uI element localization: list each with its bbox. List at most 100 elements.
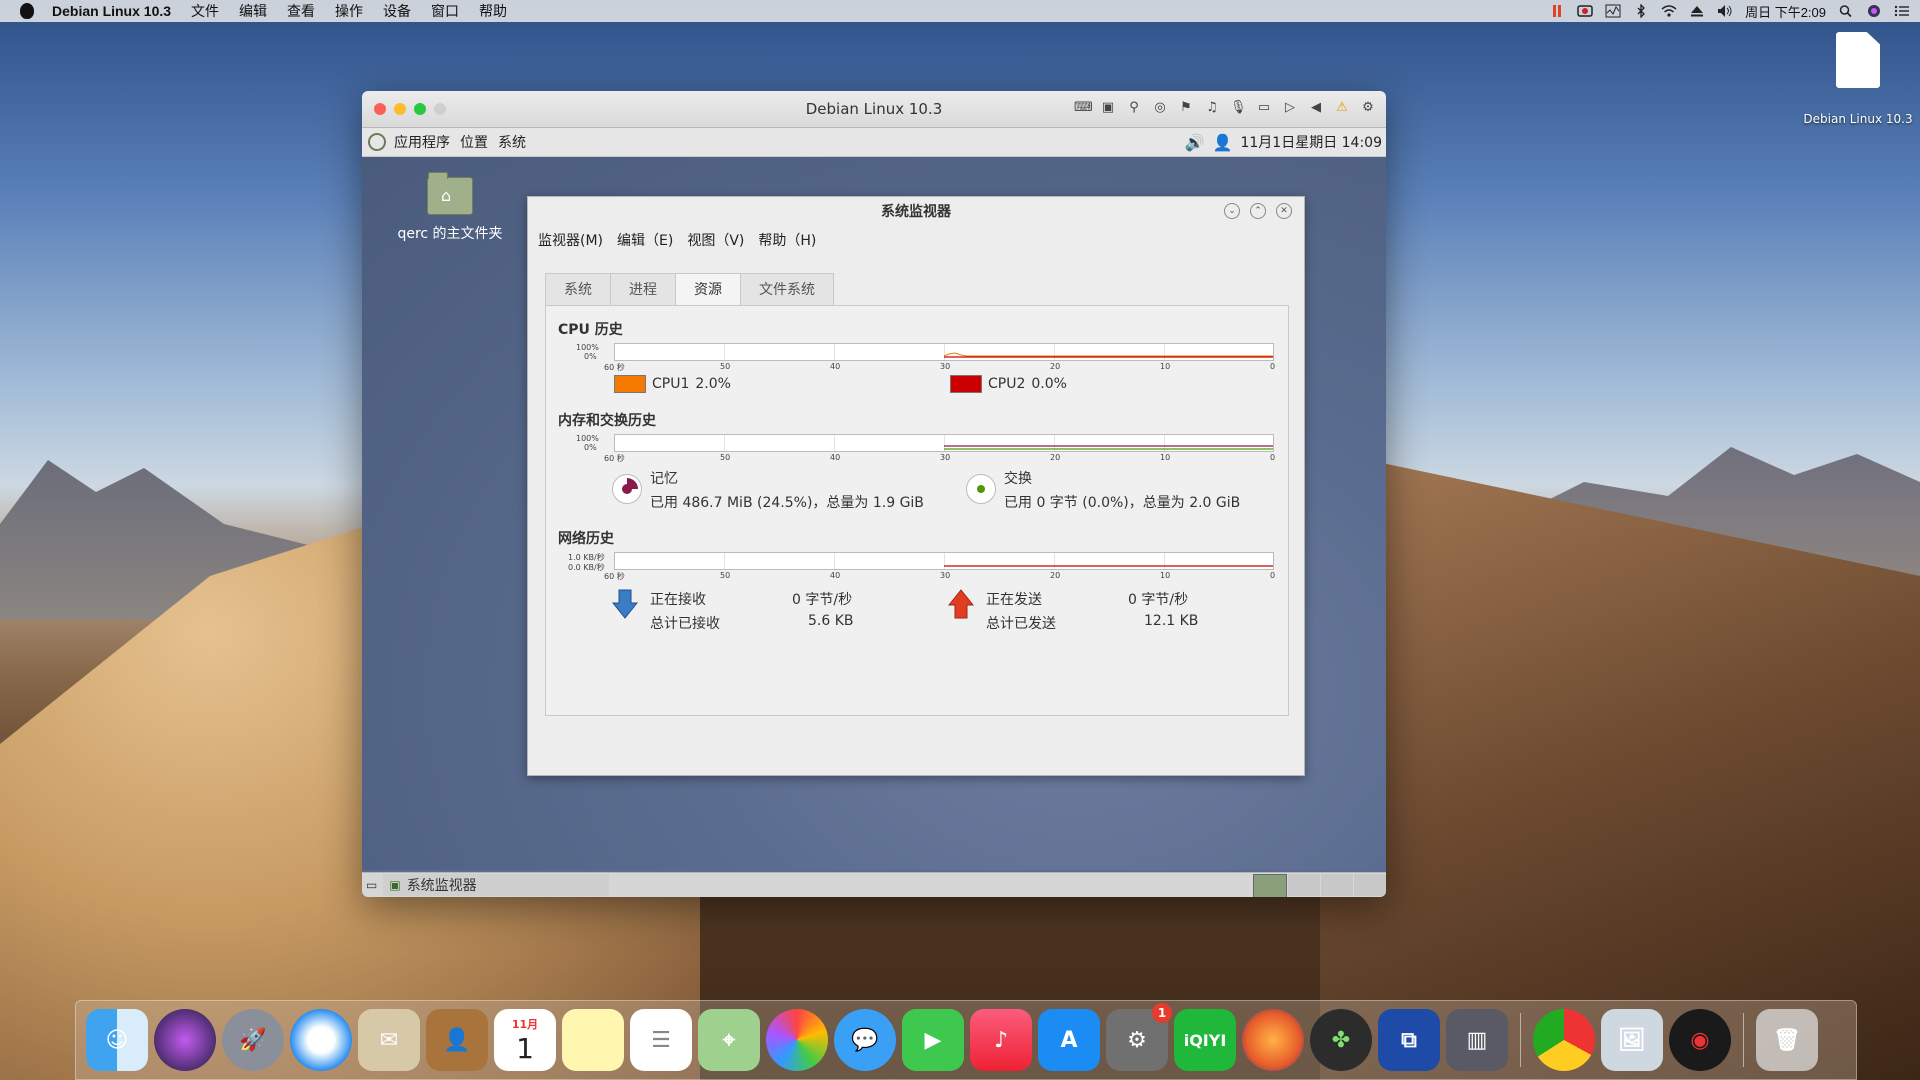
menubar-item-action[interactable]: 操作 — [335, 1, 363, 21]
tab-resources[interactable]: 资源 — [675, 273, 740, 307]
finder-icon[interactable]: ☺ — [86, 1009, 148, 1071]
notification-center-icon[interactable] — [1894, 4, 1910, 18]
workspace-3[interactable] — [1321, 874, 1353, 896]
iqiyi-icon[interactable]: iQIYI — [1174, 1009, 1236, 1071]
system-preferences-icon[interactable]: ⚙ 1 — [1106, 1003, 1172, 1071]
panel-menu-applications[interactable]: 应用程序 — [394, 132, 450, 152]
cpu2-color-swatch[interactable] — [950, 375, 982, 393]
tab-processes[interactable]: 进程 — [610, 273, 675, 307]
workspace-2[interactable] — [1288, 874, 1320, 896]
speaker-icon[interactable]: 🔊 — [1185, 133, 1205, 152]
panel-menu-system[interactable]: 系统 — [498, 132, 526, 152]
memory-pie-icon[interactable] — [612, 474, 642, 504]
maximize-icon[interactable]: ⌃ — [1250, 203, 1266, 219]
workspace-1[interactable] — [1253, 874, 1287, 897]
network-flag-icon[interactable]: ⚑ — [1178, 100, 1194, 116]
menubar-item-file[interactable]: 文件 — [191, 1, 219, 21]
vm-titlebar[interactable]: Debian Linux 10.3 ⌨ ▣ ⚲ ◎ ⚑ ♫ 🎙 ▭ ▷ ◀ ⚠ … — [362, 91, 1386, 128]
tab-system[interactable]: 系统 — [545, 273, 610, 307]
keyboard-icon[interactable]: ⌨ — [1074, 100, 1093, 116]
close-icon[interactable]: ✕ — [1276, 203, 1292, 219]
activity-monitor-icon[interactable] — [1605, 4, 1621, 18]
house-icon: ⌂ — [441, 186, 452, 205]
siri-icon[interactable] — [1866, 4, 1882, 18]
clover-icon[interactable]: ✤ — [1310, 1009, 1372, 1071]
mouse-icon[interactable]: ⚲ — [1126, 100, 1142, 116]
menubar-item-help[interactable]: 帮助 — [479, 1, 507, 21]
reminders-icon[interactable]: ☰ — [630, 1009, 692, 1071]
cpu1-color-swatch[interactable] — [614, 375, 646, 393]
calendar-icon[interactable]: 11月 1 — [494, 1009, 556, 1071]
facetime-icon[interactable]: ▶ — [902, 1009, 964, 1071]
warning-icon[interactable]: ⚠ — [1334, 100, 1350, 116]
menubar-clock[interactable]: 周日 下午2:09 — [1745, 2, 1826, 21]
cpu1-value: 2.0% — [695, 376, 731, 392]
sysmon-titlebar[interactable]: 系统监视器 ⌄ ⌃ ✕ — [528, 197, 1304, 227]
parallels-icon[interactable] — [1549, 4, 1565, 18]
show-desktop-icon[interactable]: ▭ — [366, 878, 377, 892]
cpu1-label: CPU1 — [652, 376, 690, 392]
taskbar-item-label: 系统监视器 — [406, 878, 477, 894]
panel-clock[interactable]: 11月1日星期日 14:09 — [1240, 132, 1382, 152]
microphone-icon[interactable]: 🎙 — [1230, 100, 1247, 116]
mail-icon[interactable]: ✉ — [358, 1009, 420, 1071]
volume-icon[interactable] — [1717, 4, 1733, 18]
screenshot-icon[interactable] — [1577, 4, 1593, 18]
menu-view[interactable]: 视图（V) — [687, 230, 744, 250]
desktop-file-debian[interactable]: Debian Linux 10.3 — [1798, 32, 1918, 126]
mem-x-50: 50 — [720, 453, 731, 462]
app-store-icon[interactable]: A — [1038, 1009, 1100, 1071]
gear-icon[interactable]: ⚙ — [1360, 100, 1376, 116]
menubar-app-name[interactable]: Debian Linux 10.3 — [52, 3, 171, 19]
bluetooth-icon[interactable] — [1633, 4, 1649, 18]
music-icon[interactable]: ♪ — [970, 1009, 1032, 1071]
parallels-dock-icon[interactable]: ▥ — [1446, 1009, 1508, 1071]
safari-icon[interactable] — [290, 1009, 352, 1071]
swap-pie-icon[interactable] — [966, 474, 996, 504]
usb-icon[interactable]: ▭ — [1256, 100, 1272, 116]
menubar-item-devices[interactable]: 设备 — [383, 1, 411, 21]
notes-icon[interactable] — [562, 1009, 624, 1071]
memory-history-lines — [944, 445, 1273, 450]
debian-logo-icon[interactable] — [368, 133, 386, 151]
menu-monitor[interactable]: 监视器(M) — [538, 230, 603, 250]
workspace-4[interactable] — [1354, 874, 1386, 896]
photos-icon[interactable] — [766, 1009, 828, 1071]
cd-icon[interactable]: ◎ — [1152, 100, 1168, 116]
eject-icon[interactable] — [1689, 4, 1705, 18]
receive-arrow-icon[interactable] — [612, 589, 638, 619]
camera-icon[interactable]: ▷ — [1282, 100, 1298, 116]
tab-filesystems[interactable]: 文件系统 — [740, 273, 834, 307]
sysmon-title: 系统监视器 — [881, 204, 951, 220]
menubar-item-edit[interactable]: 编辑 — [239, 1, 267, 21]
home-folder-icon[interactable]: ⌂ qerc 的主文件夹 — [380, 172, 520, 243]
menu-help[interactable]: 帮助（H) — [758, 230, 816, 250]
menu-edit[interactable]: 编辑（E) — [617, 230, 673, 250]
menubar-item-window[interactable]: 窗口 — [431, 1, 459, 21]
firefox-icon[interactable] — [1242, 1009, 1304, 1071]
send-arrow-icon[interactable] — [948, 589, 974, 619]
apple-icon[interactable] — [20, 3, 34, 19]
sysmon-tabs: 系统 进程 资源 文件系统 — [545, 273, 834, 307]
wifi-icon[interactable] — [1661, 4, 1677, 18]
minimize-icon[interactable]: ⌄ — [1224, 203, 1240, 219]
screen-recorder-icon[interactable]: ◉ — [1669, 1009, 1731, 1071]
launchpad-icon[interactable]: 🚀 — [222, 1009, 284, 1071]
maps-icon[interactable]: ⌖ — [698, 1009, 760, 1071]
menubar-status-area: 周日 下午2:09 — [1549, 0, 1910, 22]
cpu-chip-icon[interactable]: ▣ — [1100, 100, 1116, 116]
chrome-icon[interactable] — [1533, 1009, 1595, 1071]
messages-icon[interactable]: 💬 — [834, 1009, 896, 1071]
menubar-item-view[interactable]: 查看 — [287, 1, 315, 21]
contacts-icon[interactable]: 👤 — [426, 1009, 488, 1071]
trash-icon[interactable]: 🗑 — [1756, 1009, 1818, 1071]
audio-icon[interactable]: ♫ — [1204, 100, 1220, 116]
collapse-arrow-icon[interactable]: ◀ — [1308, 100, 1324, 116]
panel-menu-places[interactable]: 位置 — [460, 132, 488, 152]
user-icon[interactable]: 👤 — [1213, 133, 1233, 152]
vmware-icon[interactable]: ⧉ — [1378, 1009, 1440, 1071]
taskbar-item-system-monitor[interactable]: ▣ 系统监视器 — [383, 874, 610, 896]
preview-icon[interactable]: 🖼 — [1601, 1009, 1663, 1071]
spotlight-icon[interactable] — [1838, 4, 1854, 18]
siri-dock-icon[interactable] — [154, 1009, 216, 1071]
